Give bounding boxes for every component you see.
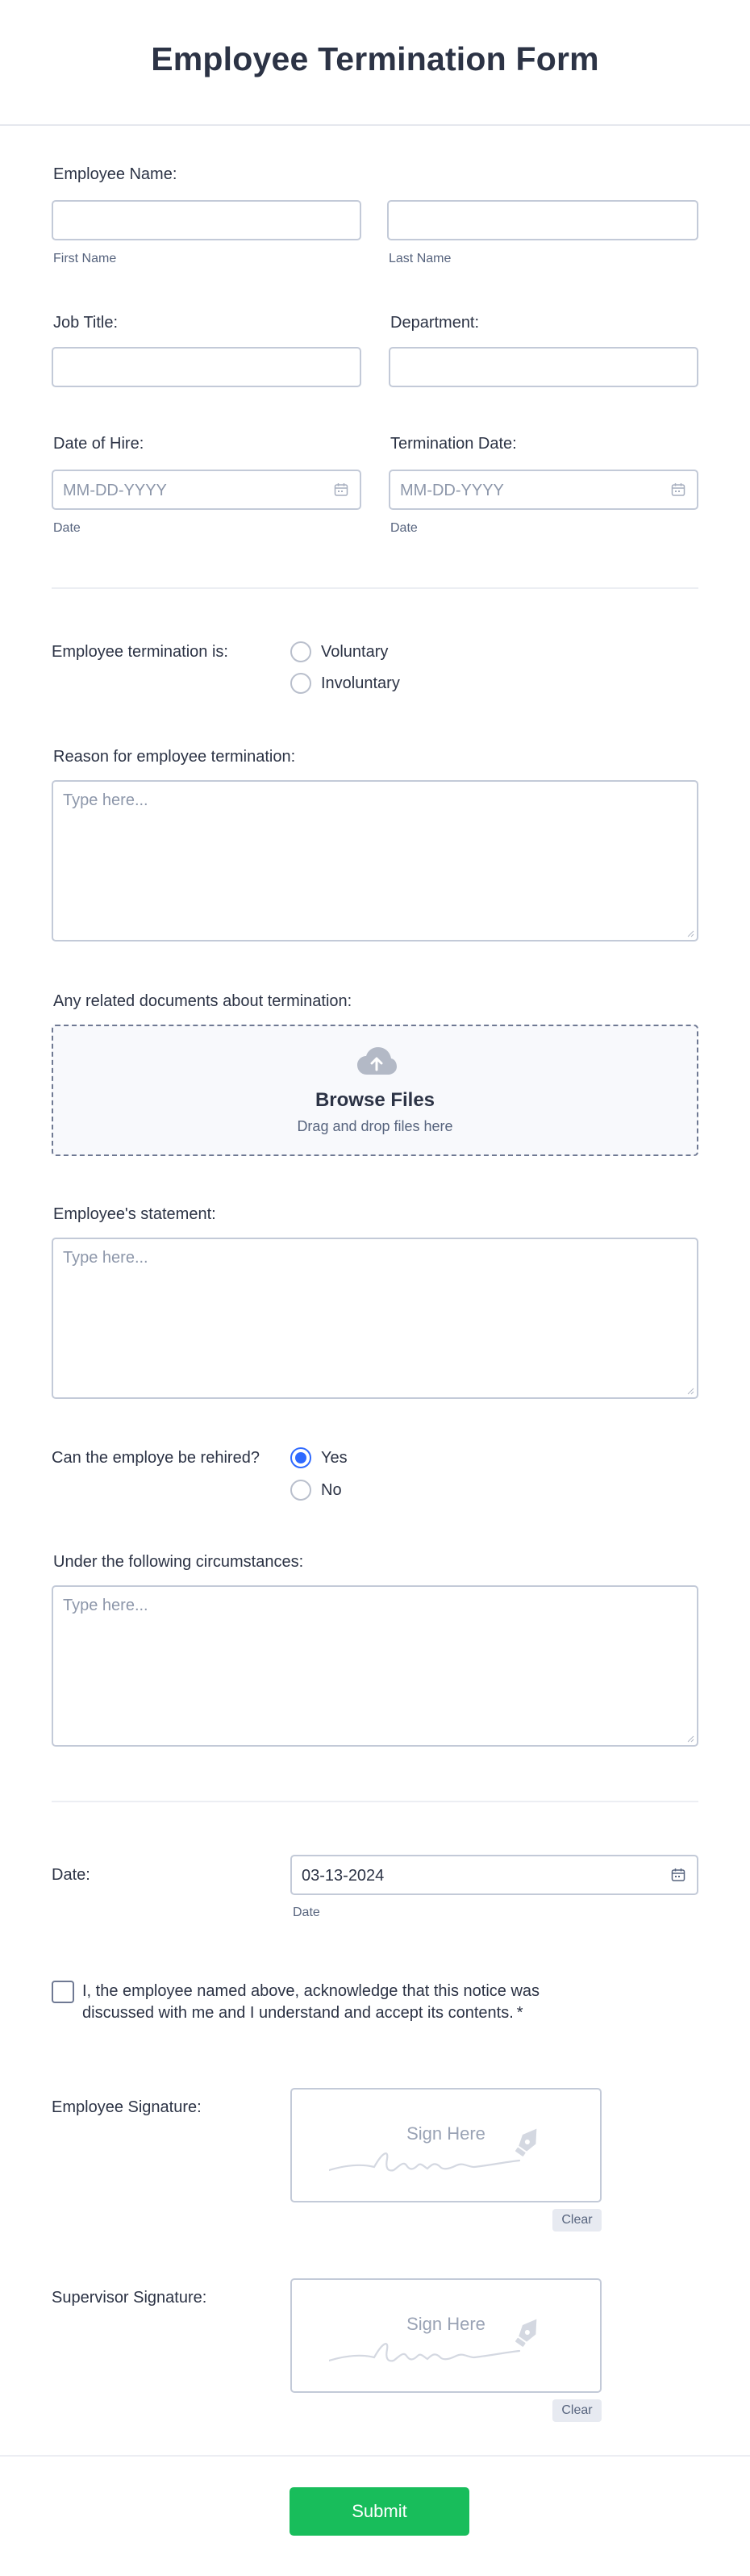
resize-grip-icon[interactable] bbox=[686, 1387, 694, 1395]
option-involuntary-label: Involuntary bbox=[321, 674, 400, 692]
option-voluntary-label: Voluntary bbox=[321, 643, 389, 661]
section-divider bbox=[52, 587, 698, 589]
employee-name-label: Employee Name: bbox=[53, 165, 177, 183]
resize-grip-icon[interactable] bbox=[686, 929, 694, 937]
job-title-input[interactable] bbox=[52, 347, 361, 387]
drag-drop-text: Drag and drop files here bbox=[297, 1118, 453, 1134]
last-name-sublabel: Last Name bbox=[389, 252, 452, 265]
date-input[interactable]: 03-13-2024 bbox=[290, 1855, 698, 1895]
department-label: Department: bbox=[390, 314, 480, 332]
reason-label: Reason for employee termination: bbox=[53, 748, 296, 766]
date-of-hire-placeholder: MM-DD-YYYY bbox=[63, 482, 167, 499]
first-name-input[interactable] bbox=[52, 200, 361, 240]
acknowledge-text: I, the employee named above, acknowledge… bbox=[82, 1981, 598, 2024]
last-name-input[interactable] bbox=[387, 200, 698, 240]
job-title-label: Job Title: bbox=[53, 314, 119, 332]
employee-signature-clear-button[interactable]: Clear bbox=[552, 2209, 602, 2232]
footer-divider bbox=[0, 2455, 750, 2457]
cloud-upload-icon bbox=[357, 1047, 397, 1075]
reason-textarea[interactable]: Type here... bbox=[52, 780, 698, 941]
acknowledge-statement: I, the employee named above, acknowledge… bbox=[82, 1982, 540, 2022]
calendar-icon[interactable] bbox=[671, 482, 685, 497]
circumstances-label: Under the following circumstances: bbox=[53, 1553, 304, 1571]
statement-textarea[interactable]: Type here... bbox=[52, 1238, 698, 1399]
section-divider bbox=[52, 1801, 698, 1802]
form-header: Employee Termination Form bbox=[0, 0, 750, 126]
termination-date-sublabel: Date bbox=[390, 521, 418, 535]
date-of-hire-sublabel: Date bbox=[53, 521, 81, 535]
department-input[interactable] bbox=[389, 347, 698, 387]
calendar-icon[interactable] bbox=[671, 1868, 685, 1882]
date-of-hire-label: Date of Hire: bbox=[53, 435, 144, 453]
date-value: 03-13-2024 bbox=[302, 1867, 385, 1885]
sign-here-placeholder: Sign Here bbox=[406, 2123, 485, 2144]
radio-rehire-yes[interactable] bbox=[290, 1447, 311, 1468]
resize-grip-icon[interactable] bbox=[686, 1735, 694, 1743]
date-sublabel: Date bbox=[293, 1906, 320, 1919]
termination-date-input[interactable]: MM-DD-YYYY bbox=[389, 470, 698, 510]
termination-date-placeholder: MM-DD-YYYY bbox=[400, 482, 504, 499]
statement-label: Employee's statement: bbox=[53, 1205, 216, 1223]
employee-signature-label: Employee Signature: bbox=[52, 2098, 202, 2116]
supervisor-signature-clear-button[interactable]: Clear bbox=[552, 2399, 602, 2422]
submit-button[interactable]: Submit bbox=[290, 2487, 469, 2536]
documents-label: Any related documents about termination: bbox=[53, 992, 352, 1010]
termination-type-label: Employee termination is: bbox=[52, 643, 228, 661]
radio-involuntary[interactable] bbox=[290, 673, 311, 694]
date-of-hire-input[interactable]: MM-DD-YYYY bbox=[52, 470, 361, 510]
option-no-label: No bbox=[321, 1481, 342, 1499]
acknowledge-checkbox[interactable] bbox=[52, 1981, 74, 2003]
supervisor-signature-pad[interactable]: Sign Here bbox=[290, 2278, 602, 2393]
form-title: Employee Termination Form bbox=[151, 40, 599, 77]
browse-files-label[interactable]: Browse Files bbox=[53, 1089, 697, 1112]
termination-date-label: Termination Date: bbox=[390, 435, 517, 453]
circumstances-placeholder: Type here... bbox=[63, 1597, 148, 1614]
sign-here-placeholder: Sign Here bbox=[406, 2314, 485, 2334]
circumstances-textarea[interactable]: Type here... bbox=[52, 1585, 698, 1747]
rehire-label: Can the employe be rehired? bbox=[52, 1449, 260, 1467]
required-mark: * bbox=[516, 2004, 523, 2022]
calendar-icon[interactable] bbox=[334, 482, 348, 497]
employee-signature-pad[interactable]: Sign Here bbox=[290, 2088, 602, 2202]
date-label: Date: bbox=[52, 1866, 90, 1884]
first-name-sublabel: First Name bbox=[53, 252, 117, 265]
option-yes-label: Yes bbox=[321, 1449, 348, 1467]
radio-rehire-no[interactable] bbox=[290, 1480, 311, 1501]
supervisor-signature-label: Supervisor Signature: bbox=[52, 2289, 207, 2307]
statement-placeholder: Type here... bbox=[63, 1249, 148, 1267]
reason-placeholder: Type here... bbox=[63, 791, 148, 809]
file-upload-dropzone[interactable]: Browse Files Drag and drop files here bbox=[52, 1025, 698, 1156]
radio-voluntary[interactable] bbox=[290, 641, 311, 662]
